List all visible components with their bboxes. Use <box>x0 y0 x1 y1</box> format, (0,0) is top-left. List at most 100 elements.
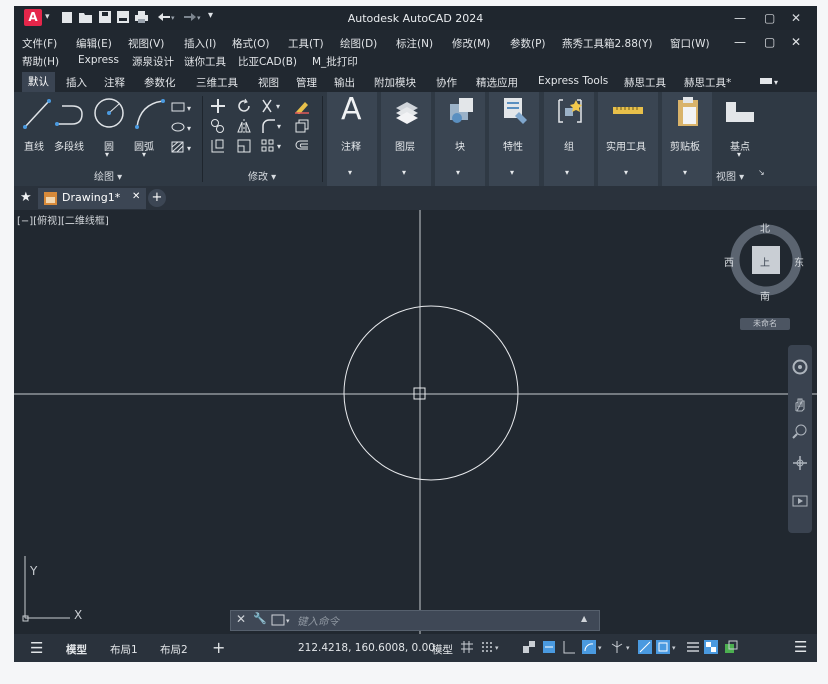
snap-icon[interactable]: ▾ <box>480 640 502 657</box>
move-icon[interactable] <box>210 98 226 117</box>
command-history-icon[interactable]: ▾ <box>271 614 293 629</box>
polyline-icon[interactable] <box>54 98 86 133</box>
isodraft-icon[interactable]: ▾ <box>610 640 634 657</box>
command-customize-icon[interactable]: 🔧 <box>253 612 267 625</box>
add-layout-button[interactable]: + <box>212 638 225 657</box>
tab-manage[interactable]: 管理 <box>296 75 317 90</box>
menu-biya-cad[interactable]: 比亚CAD(B) <box>238 54 297 69</box>
tab-3d-tools[interactable]: 三维工具 <box>196 75 238 90</box>
object-snap-tracking-icon[interactable] <box>638 640 652 657</box>
command-input[interactable]: 键入命令 <box>297 614 339 629</box>
ortho-icon[interactable] <box>562 640 576 657</box>
erase-icon[interactable] <box>294 98 310 117</box>
model-space-button[interactable]: 模型 <box>432 642 453 657</box>
layers-panel[interactable]: 图层 ▾ <box>381 92 431 186</box>
tab-layout2[interactable]: 布局2 <box>160 642 188 657</box>
tab-close-icon[interactable]: ✕ <box>132 191 140 202</box>
copy-icon[interactable] <box>210 118 226 137</box>
annotation-panel[interactable]: A 注释 ▾ <box>327 92 377 186</box>
viewcube-south[interactable]: 南 <box>760 288 770 303</box>
menu-file[interactable]: 文件(F) <box>22 36 57 51</box>
viewcube-west[interactable]: 西 <box>724 254 734 269</box>
object-snap-icon[interactable]: ▾ <box>656 640 680 657</box>
mdi-minimize-button[interactable]: — <box>734 35 746 49</box>
explode-icon[interactable] <box>294 118 310 137</box>
mdi-close-button[interactable]: ✕ <box>791 35 801 49</box>
clipboard-panel[interactable]: 剪贴板 ▾ <box>662 92 712 186</box>
menu-dimension[interactable]: 标注(N) <box>396 36 433 51</box>
close-button[interactable]: ✕ <box>791 11 801 25</box>
tab-parametric[interactable]: 参数化 <box>144 75 176 90</box>
mdi-restore-button[interactable]: ▢ <box>764 35 775 49</box>
block-panel[interactable]: 块 ▾ <box>435 92 485 186</box>
tab-collaborate[interactable]: 协作 <box>436 75 457 90</box>
menu-yanxiu[interactable]: 燕秀工具箱2.88(Y) <box>562 36 653 51</box>
tab-insert[interactable]: 插入 <box>66 75 87 90</box>
hatch-icon[interactable]: ▾ <box>170 140 196 157</box>
rotate-icon[interactable] <box>236 98 252 117</box>
pan-icon[interactable] <box>792 397 808 413</box>
tab-hesi-tools[interactable]: 赫思工具 <box>624 75 666 90</box>
tab-model[interactable]: 模型 <box>66 642 87 657</box>
circle-icon[interactable] <box>92 96 126 133</box>
customization-menu-icon[interactable]: ☰ <box>794 638 807 656</box>
menu-mini-tools[interactable]: 谜你工具 <box>184 54 226 69</box>
grid-icon[interactable] <box>460 640 474 657</box>
minimize-button[interactable]: — <box>734 11 746 25</box>
menu-format[interactable]: 格式(O) <box>232 36 269 51</box>
menu-draw[interactable]: 绘图(D) <box>340 36 377 51</box>
tab-drawing1[interactable]: Drawing1* ✕ <box>38 188 146 209</box>
menu-express[interactable]: Express <box>78 54 119 66</box>
draw-panel-label[interactable]: 绘图 ▾ <box>94 168 122 183</box>
tab-featured-apps[interactable]: 精选应用 <box>476 75 518 90</box>
line-label[interactable]: 直线 <box>24 138 44 153</box>
command-expand-icon[interactable]: ▲ <box>581 614 587 623</box>
dynamic-input-icon[interactable] <box>542 640 556 657</box>
menu-tools[interactable]: 工具(T) <box>288 36 324 51</box>
command-line[interactable]: ✕ 🔧 ▾ 键入命令 ▲ <box>230 610 600 631</box>
menu-window[interactable]: 窗口(W) <box>670 36 710 51</box>
maximize-button[interactable]: ▢ <box>764 11 775 25</box>
arc-icon[interactable] <box>134 98 166 133</box>
mirror-icon[interactable] <box>236 118 252 137</box>
infer-constraints-icon[interactable] <box>522 640 536 657</box>
arc-dropdown-icon[interactable]: ▾ <box>142 150 146 159</box>
trim-icon[interactable]: ▾ <box>260 98 286 117</box>
fillet-icon[interactable]: ▾ <box>260 118 286 137</box>
polar-tracking-icon[interactable]: ▾ <box>582 640 606 657</box>
tab-addins[interactable]: 附加模块 <box>374 75 416 90</box>
stretch-icon[interactable] <box>210 138 226 157</box>
tab-output[interactable]: 输出 <box>334 75 355 90</box>
modify-panel-label[interactable]: 修改 ▾ <box>248 168 276 183</box>
menu-parameters[interactable]: 参数(P) <box>510 36 546 51</box>
group-panel[interactable]: 组 ▾ <box>544 92 594 186</box>
tab-hesi-tools-star[interactable]: 赫思工具* <box>684 75 731 90</box>
viewcube-east[interactable]: 东 <box>794 254 804 269</box>
drawing-canvas[interactable]: [−][俯视][二维线框] Y X 北 南 东 西 上 未命名 <box>14 210 817 634</box>
selection-cycling-icon[interactable] <box>724 640 738 657</box>
offset-icon[interactable] <box>294 138 310 157</box>
rectangle-icon[interactable]: ▾ <box>170 100 196 117</box>
utilities-panel[interactable]: 实用工具 ▾ <box>598 92 658 186</box>
ribbon-minimize-icon[interactable]: ▾ <box>758 75 784 90</box>
line-icon[interactable] <box>22 98 52 133</box>
scale-icon[interactable] <box>236 138 252 157</box>
orbit-icon[interactable] <box>792 455 808 471</box>
tab-express-tools[interactable]: Express Tools <box>538 75 608 87</box>
menu-edit[interactable]: 编辑(E) <box>76 36 112 51</box>
steering-wheel-icon[interactable] <box>792 359 808 375</box>
zoom-extents-icon[interactable] <box>792 423 808 439</box>
viewcube[interactable]: 北 南 东 西 上 <box>724 220 804 303</box>
properties-panel[interactable]: 特性 ▾ <box>489 92 539 186</box>
menu-batch-print[interactable]: M_批打印 <box>312 54 358 69</box>
menu-view[interactable]: 视图(V) <box>128 36 164 51</box>
circle-dropdown-icon[interactable]: ▾ <box>105 150 109 159</box>
menu-yuanquan[interactable]: 源泉设计 <box>132 54 174 69</box>
array-icon[interactable]: ▾ <box>260 138 286 157</box>
tab-default[interactable]: 默认 <box>22 72 55 92</box>
menu-insert[interactable]: 插入(I) <box>184 36 216 51</box>
new-tab-button[interactable]: + <box>148 189 166 207</box>
tab-annotate[interactable]: 注释 <box>104 75 125 90</box>
menu-modify[interactable]: 修改(M) <box>452 36 490 51</box>
start-tab-icon[interactable]: ★ <box>20 190 32 205</box>
